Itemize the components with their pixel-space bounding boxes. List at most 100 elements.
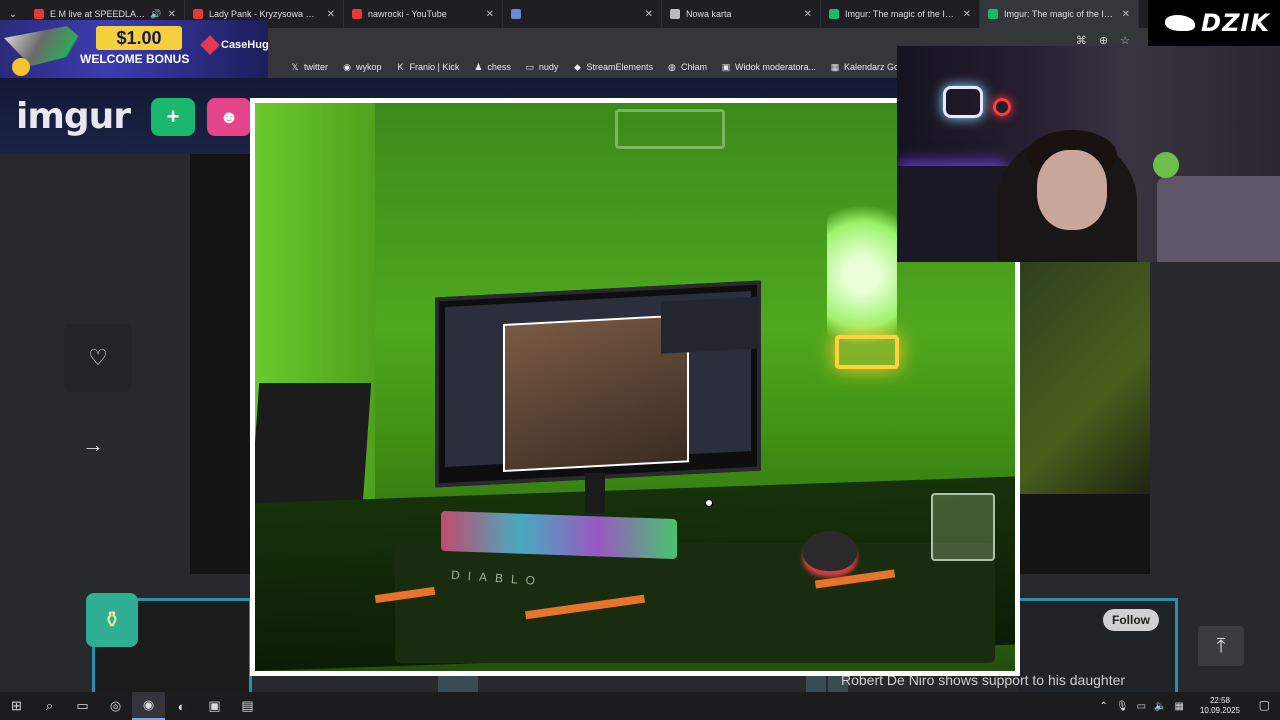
globe-icon: ◍ xyxy=(668,61,676,72)
tab-favicon-icon xyxy=(829,9,839,19)
tab-favicon-icon xyxy=(670,9,680,19)
boar-icon xyxy=(1165,15,1196,31)
share-icon[interactable]: → xyxy=(82,432,104,458)
pawn-icon: ♟ xyxy=(474,61,483,72)
obs-icon[interactable]: ◐ xyxy=(165,692,198,720)
bookmark-item[interactable]: K Franio | Kick xyxy=(396,62,460,72)
scroll-to-top-button[interactable]: ⤒ xyxy=(1198,626,1244,666)
bookmark-label: Chłam xyxy=(680,62,707,72)
streamer-webcam xyxy=(897,46,1280,262)
casehug-logo: CaseHug xyxy=(200,35,268,55)
photo-laptop xyxy=(255,383,372,503)
photo-nested-webcam xyxy=(661,296,759,354)
tab-favicon-icon xyxy=(988,9,998,19)
arrow-up-icon: ⤒ xyxy=(1216,634,1226,657)
x-icon: 𝕏 xyxy=(291,61,299,72)
notifications-icon[interactable]: ▢ xyxy=(1259,698,1270,712)
tab-close-icon[interactable]: ✕ xyxy=(168,9,176,20)
clock-date: 10.09.2025 xyxy=(1199,706,1240,715)
photo-keyboard xyxy=(441,510,677,560)
browser-tab[interactable]: ✕ xyxy=(503,0,662,28)
bookmark-item[interactable]: ♟ chess xyxy=(473,61,511,73)
dzik-text: DZIK xyxy=(1201,9,1270,37)
tab-title: E M live at SPEEDLAND xyxy=(50,9,147,19)
tab-favicon-icon xyxy=(34,9,44,19)
file-explorer-icon[interactable]: ▭ xyxy=(66,692,99,720)
photo-monitor-stand xyxy=(585,473,605,513)
photo-neon-pot xyxy=(835,335,899,369)
photo-desk-mat xyxy=(395,543,995,663)
tray-chevron-icon[interactable]: ⌃ xyxy=(1100,701,1108,712)
notes-icon[interactable]: ▤ xyxy=(231,692,264,720)
photo-neon-sign xyxy=(615,109,725,149)
user-avatar[interactable]: ⚱ xyxy=(86,593,138,647)
bookmark-item[interactable]: ▭ nudy xyxy=(525,61,559,73)
tab-close-icon[interactable]: ✕ xyxy=(486,9,494,20)
mouse-cursor xyxy=(705,499,713,507)
search-icon[interactable]: ⌕ xyxy=(33,692,66,720)
tab-close-icon[interactable]: ✕ xyxy=(804,9,812,20)
system-tray: ⌃ 🎙 ▭ 🔈 ▦ 22:58 10.09.2025 xyxy=(1100,692,1241,720)
kick-icon: K xyxy=(397,62,404,72)
microphone-icon[interactable]: 🎙 xyxy=(1116,701,1129,712)
coin-icon xyxy=(12,58,30,76)
background-post-image xyxy=(1020,258,1150,494)
webcam-red-light xyxy=(993,98,1011,116)
twitch-icon: ▣ xyxy=(721,61,731,72)
bookmark-label: twitter xyxy=(304,62,329,72)
bookmark-item[interactable]: ▣ Widok moderatora... xyxy=(721,61,817,73)
screen: ⌄ E M live at SPEEDLAND 🔊 ✕ Lady Pank - Kry… xyxy=(0,0,1280,720)
streamelements-icon: ◆ xyxy=(573,61,581,72)
window-icon[interactable]: ▣ xyxy=(198,692,231,720)
wykop-icon: ◉ xyxy=(343,61,351,72)
tab-title: Imgur: The magic of the Internet xyxy=(1004,9,1116,19)
imgur-logo[interactable]: imgur xyxy=(16,96,131,137)
bookmark-label: wykop xyxy=(356,62,382,72)
tab-title: Nowa karta xyxy=(686,9,732,19)
photo-glass xyxy=(931,493,995,561)
start-button[interactable]: ⊞ xyxy=(0,692,33,720)
browser-tab[interactable]: Imgur: The magic of the Internet ✕ xyxy=(980,0,1139,28)
webcam-neon-light xyxy=(943,86,983,118)
chrome-icon[interactable]: ◉ xyxy=(132,692,165,720)
windows-taskbar: ⊞ ⌕ ▭ ◎ ◉ ◐ ▣ ▤ ⌃ 🎙 ▭ 🔈 ▦ 22:58 10.09.20… xyxy=(0,692,1280,720)
tab-audio-icon[interactable]: 🔊 xyxy=(150,9,161,20)
casehug-brand: CaseHug xyxy=(221,39,268,51)
keyboard-icon[interactable]: ▦ xyxy=(1175,701,1184,712)
bookmark-item[interactable]: ◍ Chłam xyxy=(667,61,707,73)
calendar-icon: ▦ xyxy=(830,61,840,72)
photo-monitor-screen xyxy=(445,290,759,472)
clock-time: 22:58 xyxy=(1209,696,1230,705)
meme-generator-icon[interactable]: ☻ xyxy=(207,98,251,136)
folder-icon: ▭ xyxy=(525,61,535,72)
tab-favicon-icon xyxy=(193,9,203,19)
bookmark-label: Widok moderatora... xyxy=(734,62,817,72)
tab-favicon-icon xyxy=(511,9,521,19)
tab-close-icon[interactable]: ✕ xyxy=(645,9,653,20)
tab-close-icon[interactable]: ✕ xyxy=(963,9,971,20)
browser-tab[interactable]: Imgur: The magic of the Internet ✕ xyxy=(821,0,980,28)
volume-icon[interactable]: 🔈 xyxy=(1154,701,1166,712)
tab-favicon-icon xyxy=(352,9,362,19)
tab-close-icon[interactable]: ✕ xyxy=(327,9,335,20)
browser-tab[interactable]: Nowa karta ✕ xyxy=(662,0,821,28)
bookmark-item[interactable]: 𝕏twitter xyxy=(290,61,329,73)
browser-tab[interactable]: nawrocki - YouTube ✕ xyxy=(344,0,503,28)
bookmark-label: chess xyxy=(487,62,511,72)
casehug-banner[interactable]: $1.00 WELCOME BONUS CaseHug xyxy=(0,20,268,78)
bookmark-item[interactable]: ◆ StreamElements xyxy=(572,61,653,73)
webcam-sofa xyxy=(1157,176,1280,262)
tab-title: Imgur: The magic of the Internet xyxy=(845,9,957,19)
taskbar-clock[interactable]: 22:58 10.09.2025 xyxy=(1200,696,1240,716)
app-icon[interactable]: ◎ xyxy=(99,692,132,720)
tab-close-icon[interactable]: ✕ xyxy=(1122,9,1130,20)
favorite-button[interactable]: ♡ xyxy=(64,324,132,392)
tab-title: Lady Pank - Kryzysowa Narzeczona xyxy=(209,9,321,19)
casehug-logo-icon xyxy=(200,35,220,55)
follow-button[interactable]: Follow xyxy=(1103,609,1159,631)
tab-title: nawrocki - YouTube xyxy=(368,9,447,19)
network-icon[interactable]: ▭ xyxy=(1137,701,1146,712)
bookmark-item[interactable]: ◉ wykop xyxy=(342,61,382,73)
photo-mouse xyxy=(803,531,857,571)
new-post-button[interactable]: + xyxy=(151,98,195,136)
